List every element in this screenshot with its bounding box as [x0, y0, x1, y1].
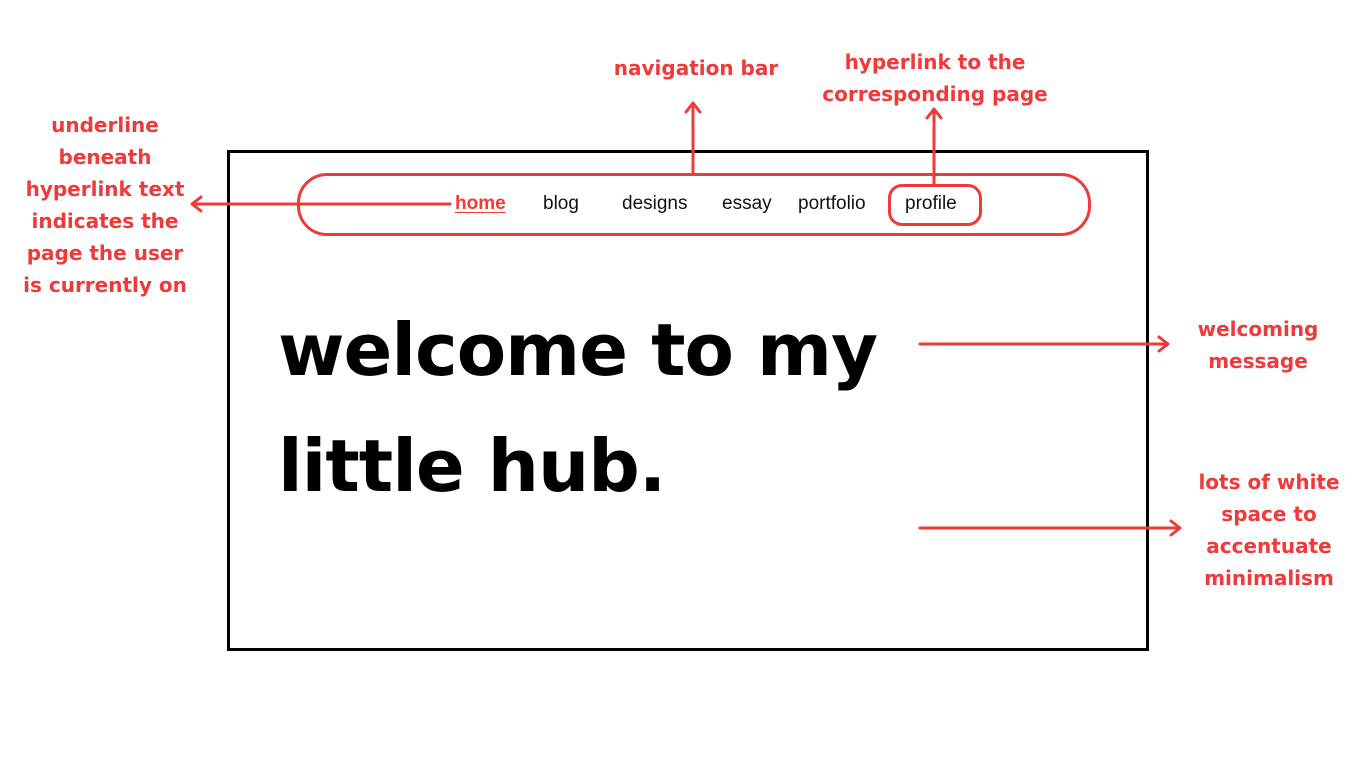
arrowhead-navigation-bar: [684, 101, 702, 114]
annotation-welcoming-line-1: welcoming: [1197, 317, 1319, 341]
profile-link-highlight: [888, 184, 982, 226]
annotation-navigation-bar: navigation bar: [613, 56, 779, 80]
nav-link-essay[interactable]: essay: [722, 193, 772, 215]
annotation-underline: underline beneath hyperlink text indicat…: [10, 109, 200, 301]
annotation-whitespace-line-2: space to: [1221, 502, 1317, 526]
annotation-underline-line-5: page the user: [26, 241, 184, 265]
annotation-underline-line-2: beneath: [58, 145, 152, 169]
annotation-whitespace-line-4: minimalism: [1204, 566, 1334, 590]
annotation-underline-line-6: is currently on: [23, 273, 187, 297]
annotation-welcoming: welcoming message: [1180, 313, 1336, 377]
annotation-underline-line-3: hyperlink text: [25, 177, 185, 201]
arrowhead-whitespace: [1169, 519, 1182, 537]
annotation-underline-line-4: indicates the: [31, 209, 179, 233]
nav-link-blog[interactable]: blog: [543, 193, 579, 215]
annotation-hyperlink: hyperlink to the corresponding page: [810, 46, 1060, 110]
nav-link-designs[interactable]: designs: [622, 193, 688, 215]
annotation-hyperlink-line-2: corresponding page: [822, 82, 1048, 106]
annotation-whitespace: lots of white space to accentuate minima…: [1186, 466, 1352, 594]
annotation-hyperlink-line-1: hyperlink to the: [844, 50, 1026, 74]
arrowhead-hyperlink: [925, 107, 943, 120]
nav-link-home[interactable]: home: [455, 193, 506, 215]
annotation-welcoming-line-2: message: [1208, 349, 1308, 373]
nav-link-portfolio[interactable]: portfolio: [798, 193, 866, 215]
welcome-message: welcome to my little hub.: [278, 292, 978, 524]
annotation-underline-line-1: underline: [51, 113, 159, 137]
welcome-line-1: welcome to my: [278, 308, 878, 392]
annotation-whitespace-line-3: accentuate: [1206, 534, 1332, 558]
welcome-line-2: little hub.: [278, 424, 666, 508]
arrowhead-welcoming: [1157, 335, 1170, 353]
annotation-whitespace-line-1: lots of white: [1198, 470, 1340, 494]
